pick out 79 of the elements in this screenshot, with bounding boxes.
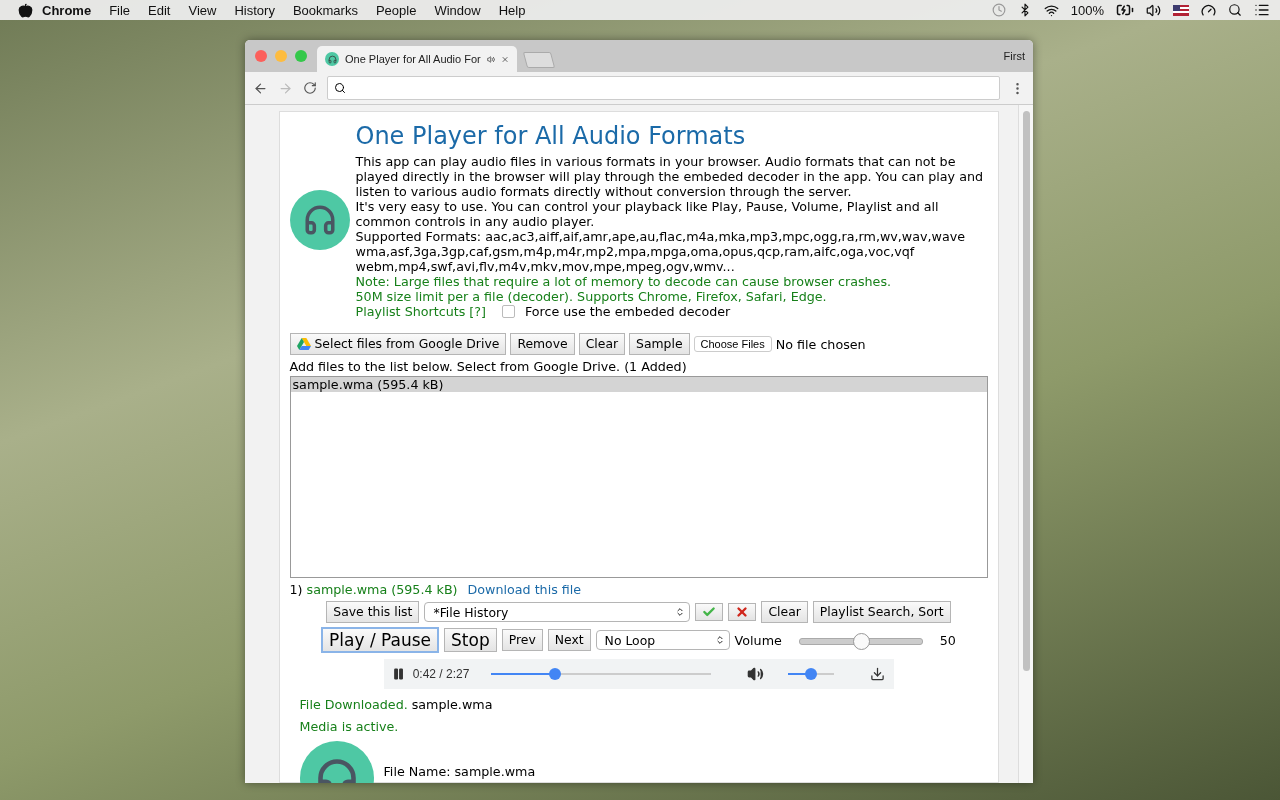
wifi-icon[interactable]: [1043, 2, 1059, 18]
clear-button[interactable]: Clear: [761, 601, 808, 623]
note-text: Note: Large files that require a lot of memory to decode can cause browser crashes.: [355, 274, 893, 289]
file-button[interactable]: Select files from Google Drive: [289, 333, 507, 355]
back-icon[interactable]: [253, 80, 268, 96]
new-tab-button[interactable]: [522, 52, 556, 68]
volume-value: 50: [939, 632, 956, 648]
clock-icon[interactable]: [991, 3, 1006, 17]
reload-icon[interactable]: [303, 81, 317, 95]
updown-icon: [714, 635, 725, 645]
volume-icon[interactable]: [1146, 2, 1161, 18]
check-icon: [702, 605, 717, 619]
flag-icon[interactable]: [1173, 4, 1189, 16]
description: It's very easy to use. You can control your playback like Play, Pause, Volume, Playlist and all common controls in any audio player.: [355, 199, 940, 229]
item-index: 1): [289, 582, 303, 597]
menu-item[interactable]: Help: [489, 2, 535, 18]
volume-thumb[interactable]: [805, 668, 818, 680]
description: This app can play audio files in various formats in your browser. Audio formats that can not be played directly in the browser will play through the embeded decoder in the app. You can play and listen to various audio formats directly without conversion through the server.: [355, 154, 985, 199]
slider-thumb[interactable]: [852, 632, 870, 650]
status-text: Media is active.: [299, 719, 399, 734]
history-select[interactable]: *File History: [424, 602, 691, 622]
download-link[interactable]: Download this file: [467, 582, 582, 597]
menu-item[interactable]: History: [225, 2, 284, 18]
x-icon: [735, 605, 750, 619]
checkbox[interactable]: [501, 305, 515, 318]
drive-icon: [296, 338, 311, 350]
menu-item[interactable]: Window: [425, 2, 490, 18]
progress-thumb[interactable]: [548, 668, 561, 680]
formats-text: wma,asf,3ga,3gp,caf,gsm,m4p,m4r,mp2,mpa,mpga,oma,opus,qcp,ram,aifc,oga,voc,vqf: [355, 244, 916, 259]
file-button[interactable]: Sample: [629, 333, 690, 355]
hint-text: Add files to the list below. Select from Google Drive. (1 Added): [289, 359, 688, 374]
list-icon[interactable]: [1254, 2, 1270, 18]
headphones-icon: [325, 52, 339, 66]
next-button[interactable]: Next: [547, 629, 591, 651]
file-button[interactable]: Remove: [510, 333, 575, 355]
stop-button[interactable]: Stop: [444, 628, 497, 652]
pause-icon[interactable]: [391, 667, 405, 681]
scrollbar-thumb[interactable]: [1022, 111, 1030, 671]
formats-text: Supported Formats: aac,ac3,aiff,aif,amr,ape,au,flac,m4a,mka,mp3,mpc,ogg,ra,rm,wv,wav,wave: [355, 229, 966, 244]
file-status: No file chosen: [775, 336, 866, 352]
page-title: One Player for All Audio Formats: [355, 122, 747, 150]
menu-item[interactable]: View: [179, 2, 226, 18]
updown-icon: [675, 607, 686, 617]
close-button[interactable]: [255, 50, 267, 62]
download-icon[interactable]: [870, 666, 886, 682]
battery-percentage: 100%: [1070, 2, 1104, 18]
time-display: 0:42 / 2:27: [412, 666, 470, 682]
choose-files-button[interactable]: Choose Files: [693, 336, 772, 352]
forward-icon[interactable]: [278, 80, 293, 96]
speaker-icon[interactable]: [746, 665, 764, 683]
prev-button[interactable]: Prev: [501, 629, 543, 651]
profile-name[interactable]: First: [1003, 50, 1025, 62]
shortcuts-link[interactable]: Playlist Shortcuts [?]: [355, 304, 486, 319]
browser-tab[interactable]: One Player for All Audio For: [317, 46, 517, 72]
status-value: sample.wma: [411, 697, 493, 712]
delete-button[interactable]: [728, 603, 757, 621]
checkbox-label: Force use the embeded decoder: [524, 304, 731, 319]
gauge-icon[interactable]: [1201, 2, 1216, 18]
search-icon[interactable]: [1228, 3, 1242, 17]
file-name: File Name: sample.wma: [383, 764, 536, 779]
confirm-button[interactable]: [695, 603, 724, 621]
note-text: 50M size limit per a file (decoder). Supports Chrome, Firefox, Safari, Edge.: [355, 289, 828, 304]
formats-text: webm,mp4,swf,avi,flv,m4v,mkv,mov,mpe,mpeg,ogv,wmv...: [355, 259, 736, 274]
apple-icon[interactable]: [18, 2, 33, 18]
search-sort-button[interactable]: Playlist Search, Sort: [812, 601, 951, 623]
file-button[interactable]: Clear: [578, 333, 626, 355]
current-file: sample.wma (595.4 kB): [306, 582, 458, 597]
search-icon: [334, 82, 346, 94]
menu-item[interactable]: File: [100, 2, 140, 18]
menu-item[interactable]: People: [366, 2, 426, 18]
playlist-item[interactable]: sample.wma (595.4 kB): [290, 377, 987, 392]
play-pause-button[interactable]: Play / Pause: [321, 627, 440, 653]
menu-item[interactable]: Bookmarks: [283, 2, 367, 18]
status-text: File Downloaded.: [299, 697, 408, 712]
loop-select[interactable]: No Loop: [595, 630, 730, 650]
save-list-button[interactable]: Save this list: [326, 601, 420, 623]
volume-label: Volume: [734, 632, 782, 648]
menu-item[interactable]: Edit: [139, 2, 180, 18]
menu-item[interactable]: Chrome: [33, 2, 101, 18]
